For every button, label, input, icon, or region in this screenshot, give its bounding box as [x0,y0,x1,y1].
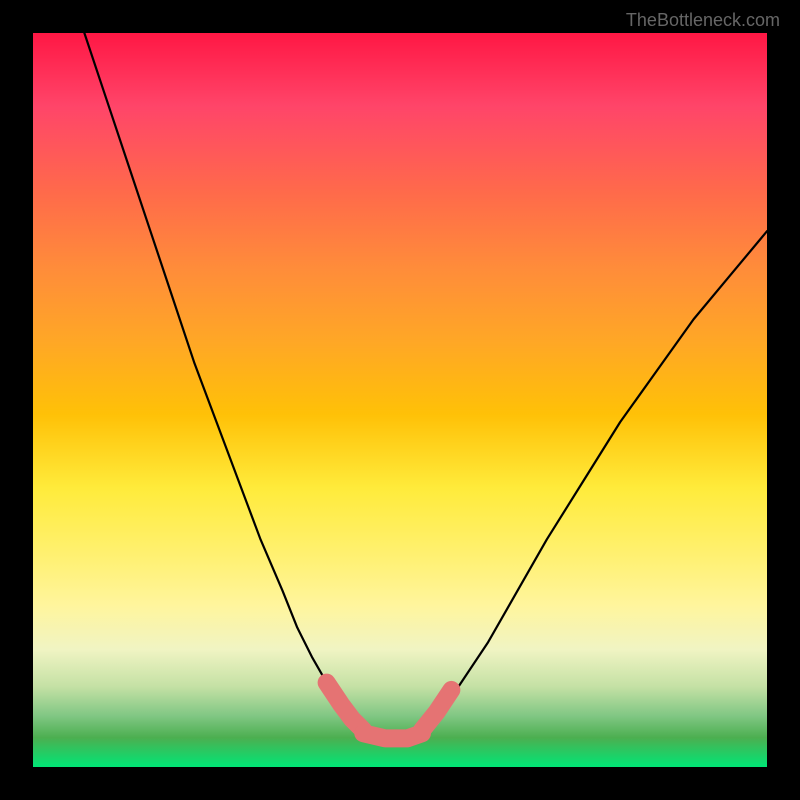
curve-left-curve [84,33,363,730]
watermark-text: TheBottleneck.com [626,10,780,31]
highlight-bottom-highlight [363,733,422,738]
chart-svg [33,33,767,767]
curve-right-curve [422,231,767,730]
highlight-right-highlight [422,690,451,730]
highlight-left-highlight [327,683,364,731]
